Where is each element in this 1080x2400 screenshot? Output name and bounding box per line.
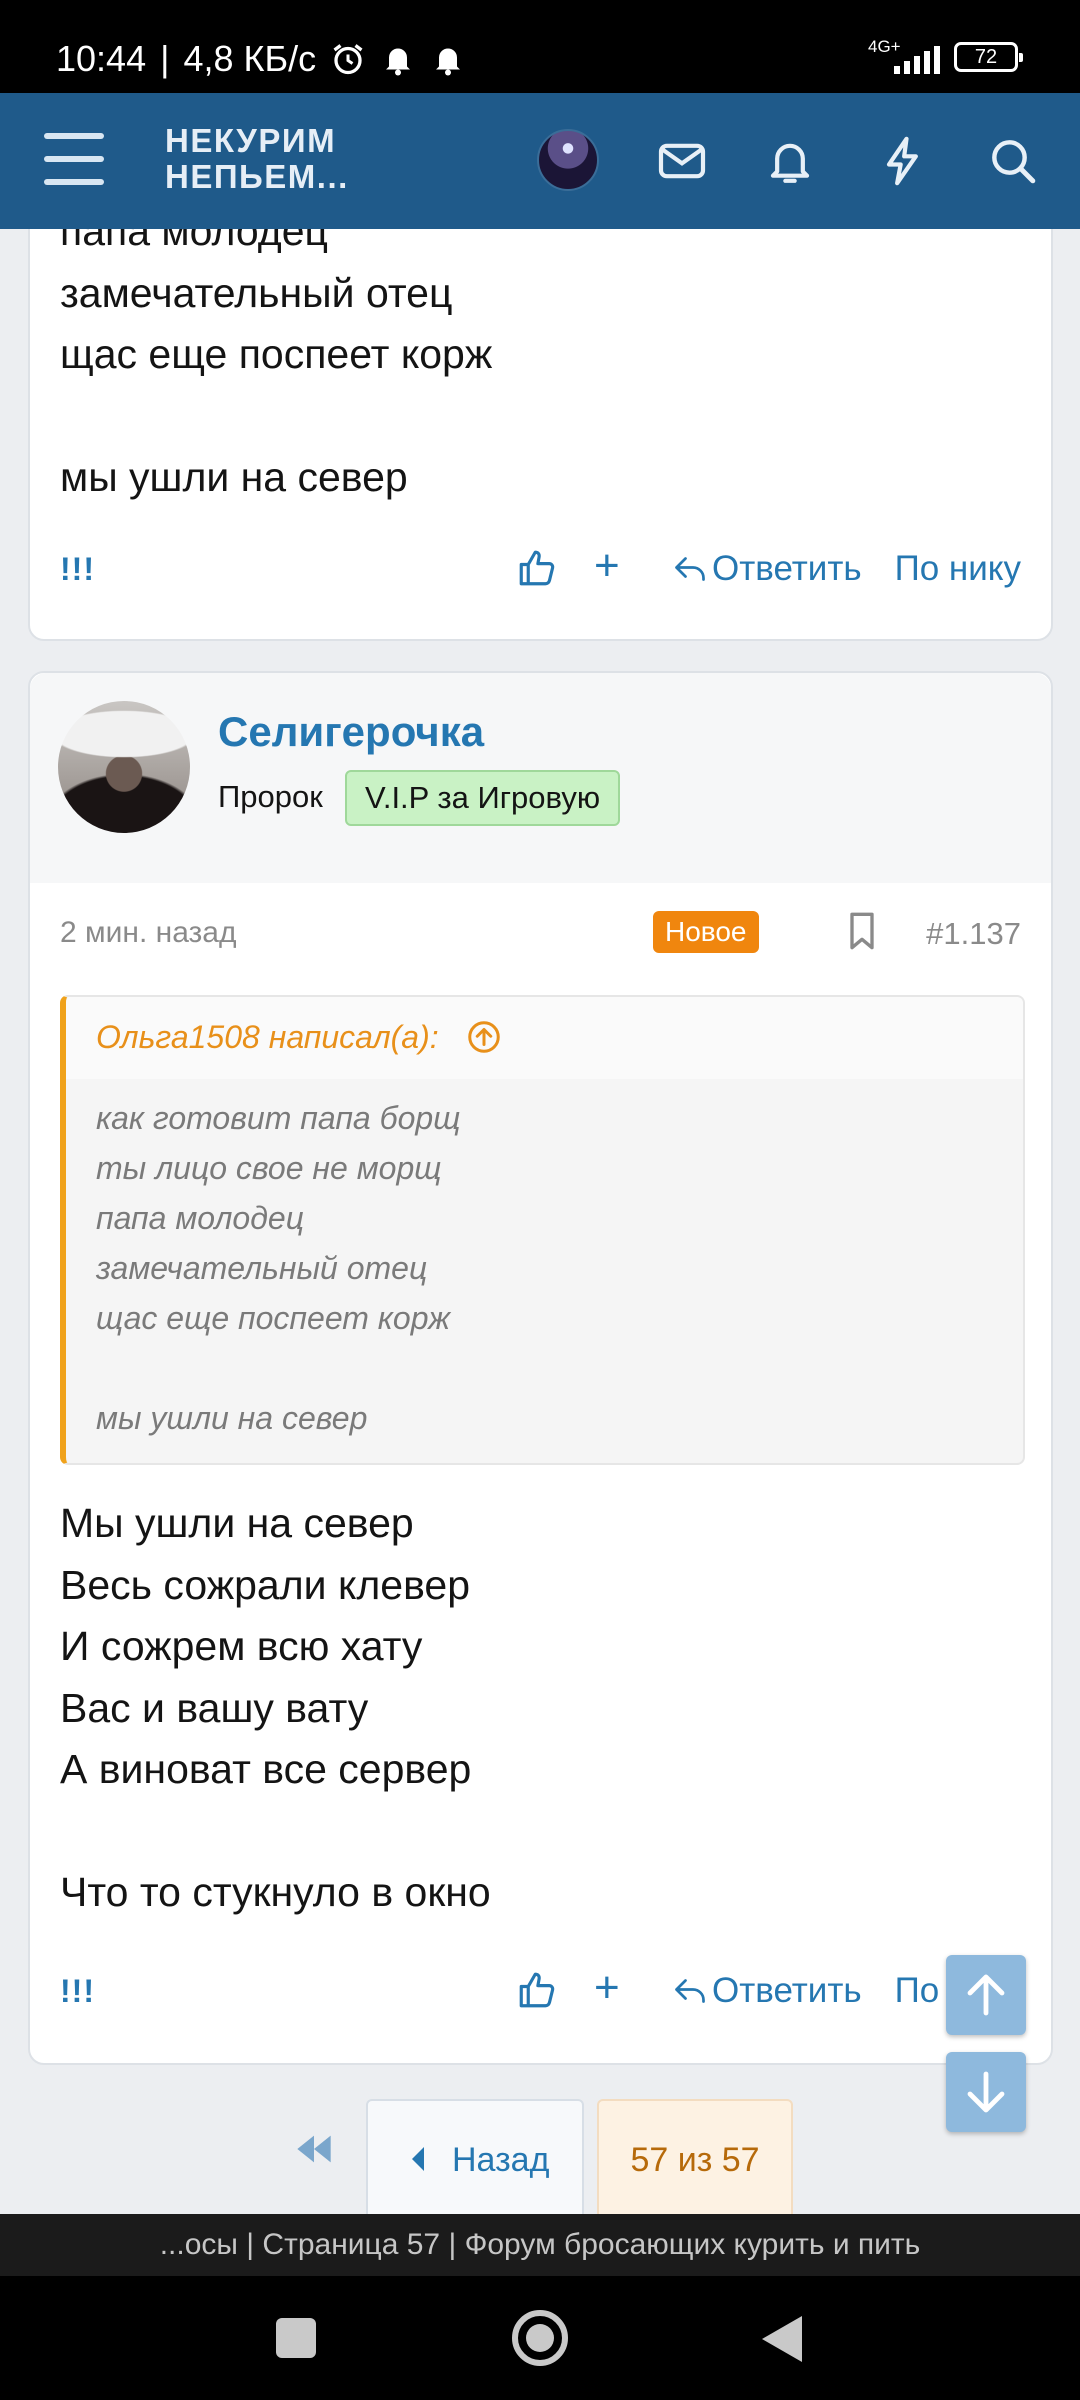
user-role: Пророк <box>218 779 323 814</box>
post-card: Селигерочка Пророк V.I.P за Игровую 2 ми… <box>28 671 1053 2065</box>
status-speed: 4,8 КБ/с <box>183 38 317 79</box>
search-icon[interactable] <box>985 133 1041 189</box>
user-badge: V.I.P за Игровую <box>345 770 621 826</box>
browser-title-bar[interactable]: ...осы | Страница 57 | Форум бросающих к… <box>0 2214 1080 2276</box>
reply-icon <box>675 557 705 581</box>
page-indicator[interactable]: 57 из 57 <box>597 2099 793 2221</box>
bookmark-icon[interactable] <box>845 911 879 951</box>
bell-icon <box>386 48 411 76</box>
quote-header[interactable]: Ольга1508 написал(а): <box>66 997 1023 1079</box>
user-avatar[interactable] <box>58 701 190 833</box>
pagination: Назад 57 из 57 <box>0 2099 1080 2223</box>
reply-button[interactable]: Ответить <box>672 549 862 589</box>
thumbs-up-icon[interactable] <box>516 547 558 589</box>
post-body: Мы ушли на север Весь сожрали клевер И с… <box>60 1500 491 1915</box>
home-button[interactable] <box>512 2310 568 2366</box>
site-header: НЕКУРИМ НЕПЬЕМ... <box>0 93 1080 229</box>
post-card: папа молодец замечательный отец щас еще … <box>28 189 1053 641</box>
report-button[interactable]: !!! <box>60 1973 95 2010</box>
reply-icon <box>675 1979 705 2003</box>
add-button[interactable]: + <box>594 1963 620 2013</box>
bell-icon[interactable] <box>762 133 818 189</box>
battery-icon: 72 <box>954 42 1023 72</box>
arrow-up-circle-icon[interactable] <box>466 1019 502 1055</box>
page-title: ...осы | Страница 57 | Форум бросающих к… <box>159 2228 921 2261</box>
post-actions: !!! + Ответить По нику <box>60 1963 1021 2019</box>
signal-icon: 4G+ <box>868 38 940 74</box>
quote-author: Ольга1508 написал(а): <box>96 1019 439 1055</box>
arrow-up-icon <box>967 1974 1005 2016</box>
status-time: 10:44 <box>56 38 147 79</box>
add-button[interactable]: + <box>594 541 620 591</box>
menu-icon[interactable] <box>44 133 104 185</box>
post-actions: !!! + Ответить По нику <box>60 541 1021 597</box>
recents-button[interactable] <box>276 2318 316 2358</box>
back-button[interactable] <box>762 2316 802 2362</box>
navigation-bar <box>0 2276 1080 2400</box>
chevron-left-icon <box>412 2147 424 2171</box>
report-button[interactable]: !!! <box>60 551 95 588</box>
scroll-up-button[interactable] <box>946 1955 1026 2035</box>
previous-page-button[interactable]: Назад <box>366 2099 584 2221</box>
post-number[interactable]: #1.137 <box>926 916 1021 952</box>
thumbs-up-icon[interactable] <box>516 1969 558 2011</box>
alarm-icon <box>333 44 363 75</box>
post-body: папа молодец замечательный отец щас еще … <box>60 208 493 500</box>
post-author-header: Селигерочка Пророк V.I.P за Игровую <box>30 673 1051 883</box>
mail-icon[interactable] <box>654 133 710 189</box>
bell-icon <box>436 48 461 76</box>
username[interactable]: Селигерочка <box>218 708 484 756</box>
quote-text: как готовит папа борщ ты лицо свое не мо… <box>96 1100 461 1436</box>
reply-button[interactable]: Ответить <box>672 1971 862 2011</box>
lightning-icon[interactable] <box>875 133 931 189</box>
first-page-icon[interactable] <box>294 2129 334 2169</box>
new-badge: Новое <box>653 911 759 953</box>
account-avatar[interactable] <box>537 129 599 191</box>
status-bar: 10:44 | 4,8 КБ/с 4G+ 72 <box>0 0 1080 93</box>
site-logo[interactable]: НЕКУРИМ НЕПЬЕМ... <box>165 123 349 195</box>
by-nick-button[interactable]: По нику <box>895 549 1021 589</box>
post-time[interactable]: 2 мин. назад <box>60 916 237 950</box>
quote-block: Ольга1508 написал(а): как готовит папа б… <box>60 995 1025 1465</box>
